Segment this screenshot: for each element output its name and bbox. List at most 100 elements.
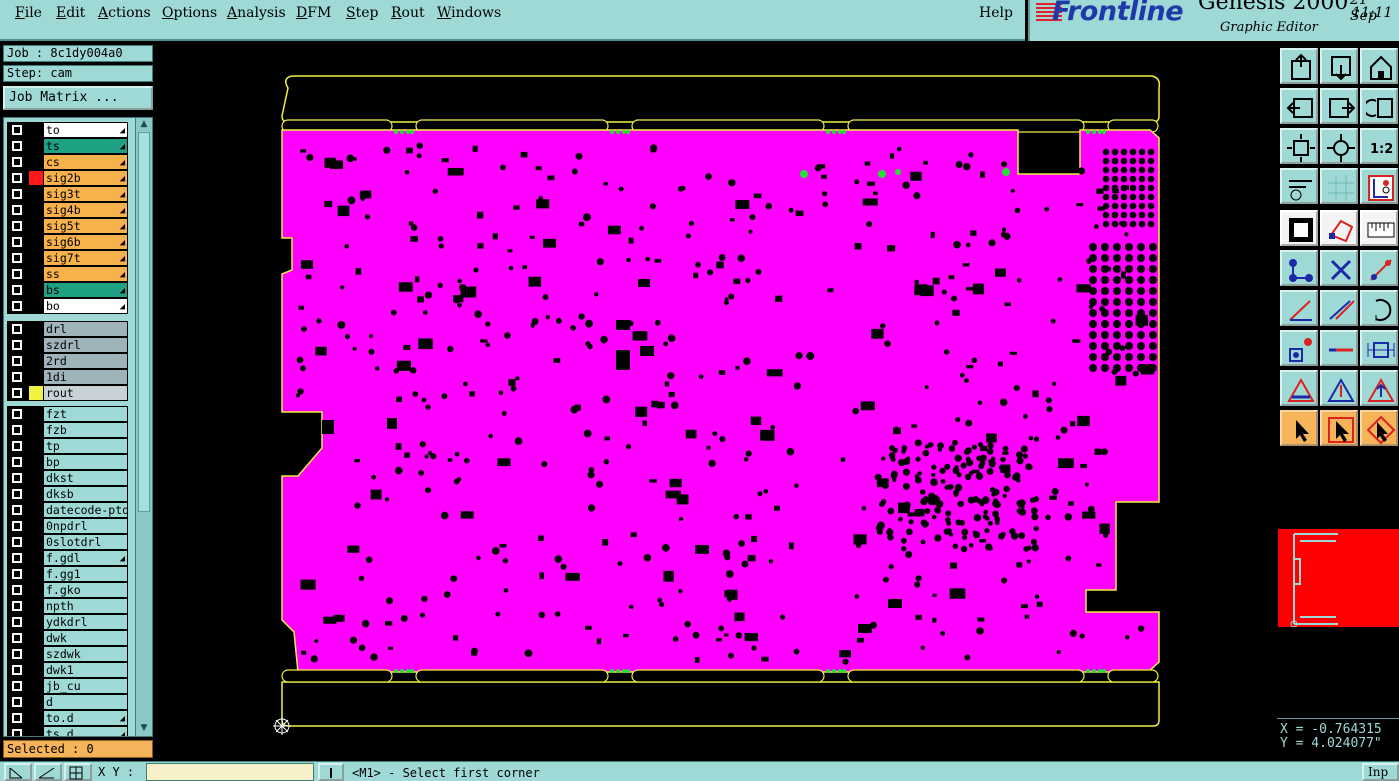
menu-rout[interactable]: Rout	[391, 5, 425, 21]
layer-checkbox[interactable]	[12, 301, 22, 311]
grid-snap-button[interactable]	[64, 763, 92, 781]
layer-checkbox[interactable]	[12, 189, 22, 199]
grid-button[interactable]	[1320, 168, 1358, 204]
layer-checkbox[interactable]	[12, 473, 22, 483]
layer-name[interactable]: tp	[44, 439, 127, 453]
layer-name[interactable]: rout	[44, 386, 127, 400]
layer-checkbox[interactable]	[12, 505, 22, 515]
snap-mode-button[interactable]	[4, 763, 32, 781]
layer-color-swatch[interactable]	[29, 487, 43, 501]
layer-color-swatch[interactable]	[29, 727, 43, 736]
xy-input[interactable]	[146, 763, 314, 781]
layer-row-0slotdrl[interactable]: 0slotdrl	[7, 534, 128, 550]
job-matrix-button[interactable]: Job Matrix ...	[3, 86, 153, 110]
layer-name[interactable]: ss ◢	[44, 267, 127, 281]
layer-color-swatch[interactable]	[29, 407, 43, 421]
layer-color-swatch[interactable]	[29, 267, 43, 281]
layer-color-swatch[interactable]	[29, 471, 43, 485]
layer-name[interactable]: ts.d ◢	[44, 727, 127, 736]
layer-checkbox[interactable]	[12, 457, 22, 467]
layer-color-swatch[interactable]	[29, 679, 43, 693]
layer-row-sig4b[interactable]: sig4b ◢	[7, 202, 128, 218]
layer-checkbox[interactable]	[12, 372, 22, 382]
layer-row-f.gdl[interactable]: f.gdl ◢	[7, 550, 128, 566]
graphic-canvas[interactable]	[158, 42, 1277, 761]
layer-row-dwk1[interactable]: dwk1	[7, 662, 128, 678]
layer-checkbox[interactable]	[12, 237, 22, 247]
layer-color-swatch[interactable]	[29, 551, 43, 565]
layer-checkbox[interactable]	[12, 253, 22, 263]
layer-row-ydkdrl[interactable]: ydkdrl	[7, 614, 128, 630]
layer-color-swatch[interactable]	[29, 155, 43, 169]
layer-name[interactable]: 0npdrl	[44, 519, 127, 533]
polygon-button[interactable]	[1320, 210, 1358, 246]
layer-color-swatch[interactable]	[29, 695, 43, 709]
layer-row-sig6b[interactable]: sig6b ◢	[7, 234, 128, 250]
layer-row-d[interactable]: d	[7, 694, 128, 710]
layer-checkbox[interactable]	[12, 553, 22, 563]
layer-name[interactable]: bs ◢	[44, 283, 127, 297]
layer-row-2rd[interactable]: 2rd	[7, 353, 128, 369]
layer-row-to.d[interactable]: to.d ◢	[7, 710, 128, 726]
window-down-button[interactable]	[1320, 48, 1358, 84]
menu-dfm[interactable]: DFM	[296, 5, 331, 21]
layer-color-swatch[interactable]	[29, 439, 43, 453]
layer-checkbox[interactable]	[12, 681, 22, 691]
layer-color-swatch[interactable]	[29, 370, 43, 384]
layer-name[interactable]: dksb	[44, 487, 127, 501]
layer-name[interactable]: f.gko	[44, 583, 127, 597]
layer-color-swatch[interactable]	[29, 455, 43, 469]
layer-row-tp[interactable]: tp	[7, 438, 128, 454]
window-right-button[interactable]	[1320, 88, 1358, 124]
layer-name[interactable]: szdrl	[44, 338, 127, 352]
layer-name[interactable]: sig4b ◢	[44, 203, 127, 217]
layer-color-swatch[interactable]	[29, 386, 43, 400]
layer-name[interactable]: drl	[44, 322, 127, 336]
window-up-button[interactable]	[1280, 48, 1318, 84]
layer-color-swatch[interactable]	[29, 203, 43, 217]
layer-color-swatch[interactable]	[29, 567, 43, 581]
layer-color-swatch[interactable]	[29, 519, 43, 533]
layer-checkbox[interactable]	[12, 125, 22, 135]
layer-color-swatch[interactable]	[29, 251, 43, 265]
layer-checkbox[interactable]	[12, 601, 22, 611]
layer-color-swatch[interactable]	[29, 503, 43, 517]
layer-name[interactable]: f.gg1	[44, 567, 127, 581]
layer-name[interactable]: sig3t ◢	[44, 187, 127, 201]
layer-name[interactable]: 1di	[44, 370, 127, 384]
zoom-center-button[interactable]	[1320, 128, 1358, 164]
menu-edit[interactable]: Edit	[56, 5, 85, 21]
layer-checkbox[interactable]	[12, 569, 22, 579]
layer-row-f.gko[interactable]: f.gko	[7, 582, 128, 598]
ruler-button[interactable]	[1360, 210, 1398, 246]
layer-checkbox[interactable]	[12, 356, 22, 366]
layer-color-swatch[interactable]	[29, 187, 43, 201]
layer-name[interactable]: to.d ◢	[44, 711, 127, 725]
layer-checkbox[interactable]	[12, 409, 22, 419]
layer-checkbox[interactable]	[12, 441, 22, 451]
select-box-button[interactable]	[1280, 210, 1318, 246]
menu-analysis[interactable]: Analysis	[227, 5, 286, 21]
layer-row-bo[interactable]: bo ◢	[7, 298, 128, 314]
menu-help[interactable]: Help	[979, 5, 1013, 21]
layer-row-sig3t[interactable]: sig3t ◢	[7, 186, 128, 202]
layer-checkbox[interactable]	[12, 285, 22, 295]
layer-name[interactable]: bo ◢	[44, 299, 127, 313]
layer-color-swatch[interactable]	[29, 338, 43, 352]
layer-name[interactable]: sig2b ◢	[44, 171, 127, 185]
layer-row-drl[interactable]: drl	[7, 321, 128, 337]
layer-row-bs[interactable]: bs ◢	[7, 282, 128, 298]
layer-row-bp[interactable]: bp	[7, 454, 128, 470]
layer-color-swatch[interactable]	[29, 283, 43, 297]
menu-options[interactable]: Options	[162, 5, 217, 21]
layer-checkbox[interactable]	[12, 388, 22, 398]
layer-row-f.gg1[interactable]: f.gg1	[7, 566, 128, 582]
pointer-button[interactable]	[1280, 410, 1318, 446]
layer-color-swatch[interactable]	[29, 711, 43, 725]
triangle-c-button[interactable]	[1360, 370, 1398, 406]
layer-checkbox[interactable]	[12, 633, 22, 643]
layer-checkbox[interactable]	[12, 340, 22, 350]
layer-name[interactable]: jb_cu	[44, 679, 127, 693]
layer-row-1di[interactable]: 1di	[7, 369, 128, 385]
layer-name[interactable]: ydkdrl	[44, 615, 127, 629]
